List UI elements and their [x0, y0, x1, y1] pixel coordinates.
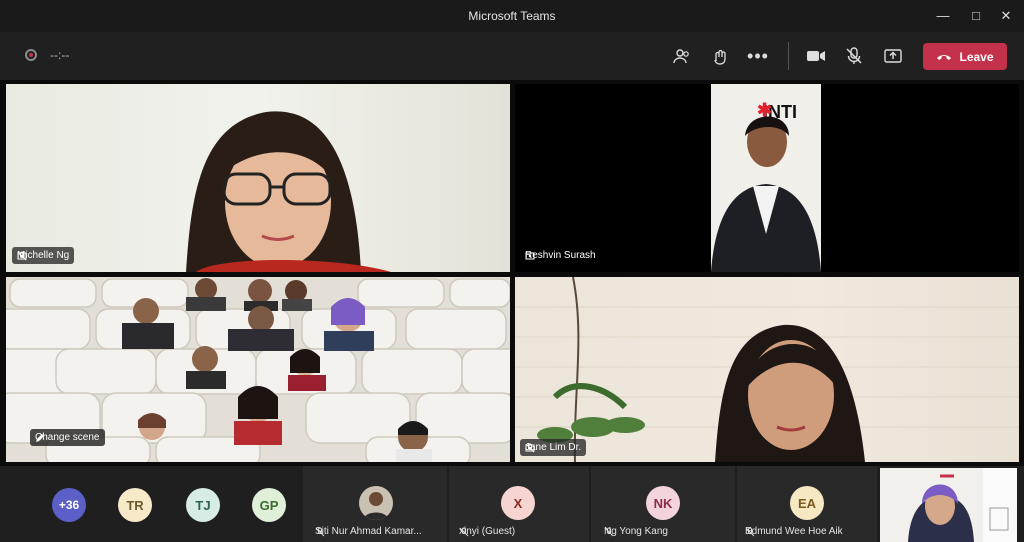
phone-hangup-icon [937, 54, 952, 60]
close-icon[interactable]: ✕ [996, 6, 1016, 26]
participant-label: Siti Nur Ahmad Kamar... [315, 526, 422, 537]
participant-video [186, 111, 391, 272]
self-view-video[interactable] [880, 468, 1017, 542]
mic-muted-icon[interactable] [841, 44, 867, 68]
mic-muted-icon [745, 527, 755, 536]
mic-muted-icon [315, 527, 325, 536]
leave-label: Leave [959, 49, 994, 64]
together-mode-tile[interactable]: Change scene [6, 277, 510, 462]
participant-name: Siti Nur Ahmad Kamar... [315, 526, 422, 537]
participant-name: Reshvin Surash [525, 250, 596, 261]
participant-strip: +36 TR TJ GP Siti Nur Ahmad Kamar... X x… [0, 466, 1024, 542]
toolbar-divider [788, 42, 789, 70]
participant-name: Edmund Wee Hoe Aik [745, 526, 843, 537]
participant-tile[interactable]: X xinyi (Guest) [449, 466, 589, 542]
reactions-icon[interactable] [707, 44, 733, 68]
participant-tile[interactable]: EA Edmund Wee Hoe Aik [737, 466, 877, 542]
change-scene-button[interactable]: Change scene [30, 429, 105, 446]
speaker-figure [711, 116, 821, 272]
participant-label: Jane Lim Dr. [520, 439, 587, 456]
self-view-figure [908, 468, 1017, 542]
mic-muted-icon [459, 527, 469, 536]
pencil-icon [36, 433, 44, 442]
recording-icon [25, 49, 37, 61]
participant-label: Ng Yong Kang [604, 526, 668, 537]
participant-label: Edmund Wee Hoe Aik [745, 526, 843, 537]
leave-button[interactable]: Leave [923, 43, 1007, 70]
avatar [359, 486, 393, 520]
avatar: EA [790, 486, 824, 520]
camera-icon[interactable] [803, 44, 829, 68]
shared-content-icon [17, 252, 27, 259]
participant-tile[interactable]: NK Ng Yong Kang [591, 466, 735, 542]
minimize-icon[interactable]: — [933, 6, 953, 26]
shared-content-icon [525, 252, 535, 259]
window-title: Microsoft Teams [468, 9, 556, 23]
meeting-timer: --:-- [50, 48, 70, 62]
avatar[interactable]: GP [252, 488, 286, 522]
share-screen-icon[interactable] [880, 44, 906, 68]
maximize-icon[interactable]: □ [966, 6, 986, 26]
participant-tile[interactable]: Siti Nur Ahmad Kamar... [303, 466, 447, 542]
avatar: NK [646, 486, 680, 520]
more-options-icon[interactable]: ••• [745, 44, 771, 68]
meeting-toolbar: --:-- ••• [0, 32, 1024, 80]
video-tile-reshvin[interactable]: INTI ✱ Reshvin Surash [515, 84, 1019, 272]
avatar: X [501, 486, 535, 520]
people-icon[interactable] [669, 44, 695, 68]
participant-label: Michelle Ng [12, 247, 75, 264]
avatar[interactable]: TR [118, 488, 152, 522]
video-tile-jane[interactable]: Jane Lim Dr. [515, 277, 1019, 462]
participant-label: xinyi (Guest) [459, 526, 515, 537]
more-participants-button[interactable]: +36 [52, 488, 86, 522]
participant-video [515, 277, 1019, 462]
participant-video: INTI ✱ [711, 84, 821, 272]
avatar[interactable]: TJ [186, 488, 220, 522]
shared-content-icon [525, 444, 535, 451]
participant-label: Reshvin Surash [525, 247, 596, 264]
video-tile-michelle[interactable]: Michelle Ng [6, 84, 510, 272]
title-bar: Microsoft Teams — □ ✕ [0, 0, 1024, 32]
mic-muted-icon [604, 527, 614, 536]
